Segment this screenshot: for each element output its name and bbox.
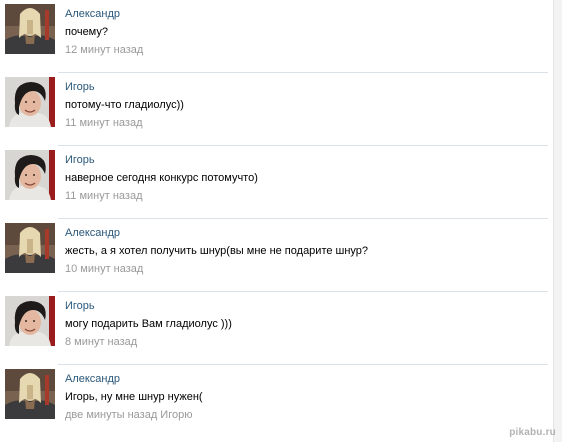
message-text: Игорь, ну мне шнур нужен( [65,391,203,403]
avatar[interactable] [5,369,55,419]
avatar[interactable] [5,150,55,200]
message-text: потому-что гладиолус)) [65,99,184,111]
comment-item: Игорь могу подарить Вам гладиолус ))) 8 ми… [0,292,548,365]
comment-item: Игорь потому-что гладиолус)) 11 минут наза… [0,73,548,146]
author-link[interactable]: Игорь [65,81,95,93]
author-link[interactable]: Александр [65,227,120,239]
comment-item: Александр жесть, а я хотел получить шнур(… [0,219,548,292]
timestamp-link[interactable]: две минуты назад Игорю [65,409,192,421]
scrollbar[interactable] [553,0,562,442]
timestamp-link[interactable]: 10 минут назад [65,263,143,275]
timestamp-link[interactable]: 8 минут назад [65,336,137,348]
avatar[interactable] [5,77,55,127]
message-text: почему? [65,26,108,38]
avatar[interactable] [5,296,55,346]
message-text: жесть, а я хотел получить шнур(вы мне не… [65,245,369,257]
comment-item: Игорь наверное сегодня конкурс потомучто)… [0,146,548,219]
author-link[interactable]: Александр [65,8,120,20]
message-text: наверное сегодня конкурс потомучто) [65,172,258,184]
author-link[interactable]: Александр [65,373,120,385]
message-text: могу подарить Вам гладиолус ))) [65,318,232,330]
timestamp-link[interactable]: 11 минут назад [65,190,143,202]
comment-item: Александр Игорь, ну мне шнур нужен( две ми… [0,365,548,438]
comment-item: Александр почему? 12 минут назад [0,0,548,73]
avatar[interactable] [5,4,55,54]
timestamp-link[interactable]: 12 минут назад [65,44,143,56]
watermark: pikabu.ru [509,427,556,438]
comment-feed: Александр почему? 12 минут назад Игорь пото… [0,0,548,438]
avatar[interactable] [5,223,55,273]
timestamp-link[interactable]: 11 минут назад [65,117,143,129]
author-link[interactable]: Игорь [65,300,95,312]
author-link[interactable]: Игорь [65,154,95,166]
